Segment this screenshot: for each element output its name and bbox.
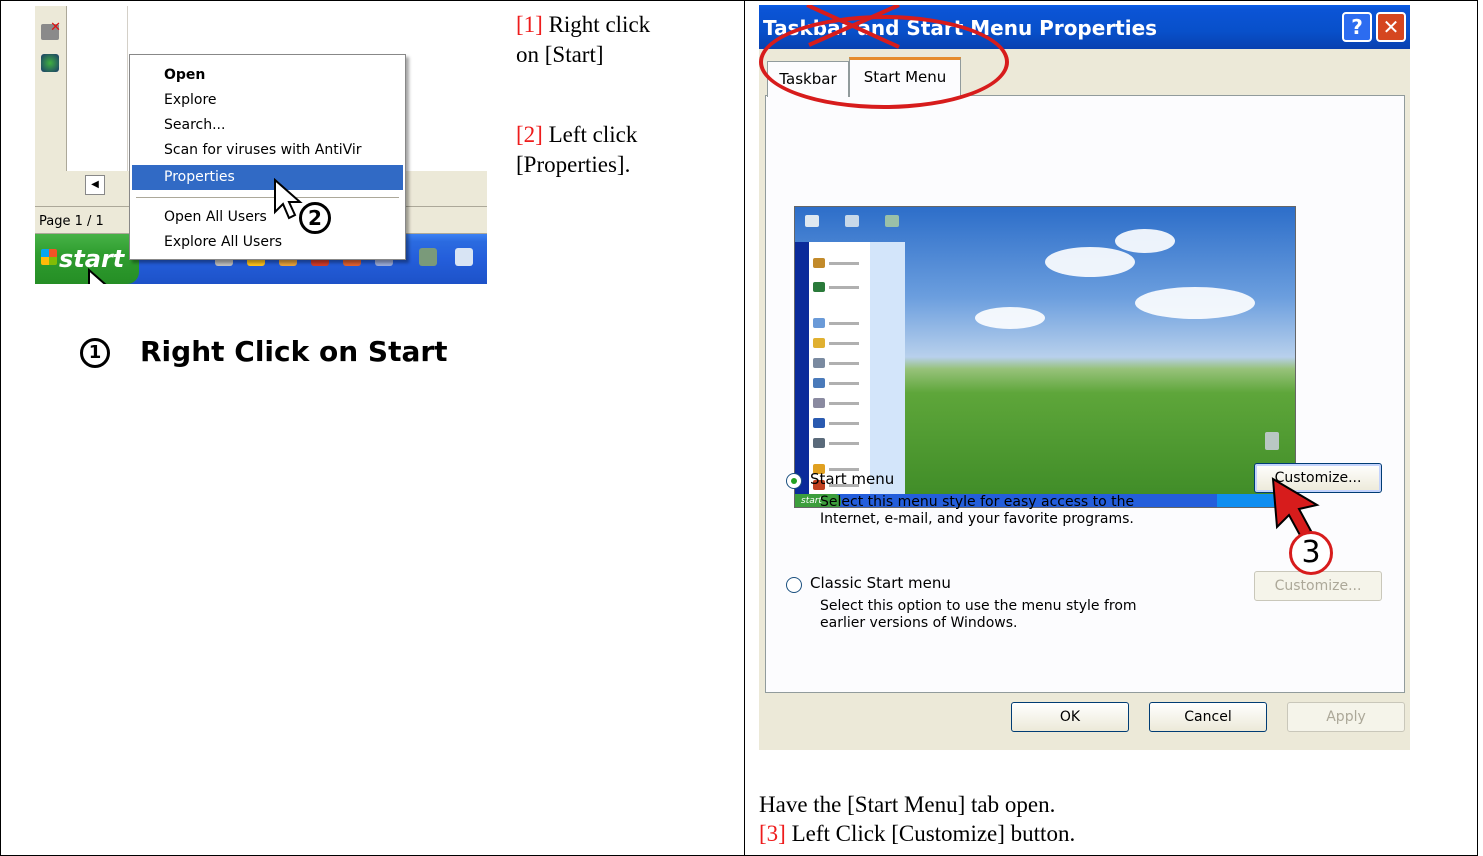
help-button[interactable]: ? <box>1342 12 1372 42</box>
desktop-icon <box>885 215 899 227</box>
cloud <box>975 307 1045 329</box>
classic-start-menu-radio[interactable] <box>786 577 802 593</box>
ok-button[interactable]: OK <box>1011 702 1129 732</box>
preview-start-menu <box>795 242 905 494</box>
classic-desc-1: Select this option to use the menu style… <box>820 598 1137 614</box>
preview-menu-icon <box>813 338 825 348</box>
properties-dialog: Taskbar and Start Menu Properties ? ✕ st… <box>759 5 1410 750</box>
menu-item-open[interactable]: Open <box>132 63 403 88</box>
preview-menu-icon <box>813 378 825 388</box>
left-screenshot: ✕ ◀ Page 1 / 1 start Open Explore Search… <box>35 6 487 284</box>
preview-menu-icon <box>813 318 825 328</box>
menu-separator <box>136 197 399 198</box>
start-menu-preview-image: start <box>794 206 1296 508</box>
left-caption: 1 Right Click on Start <box>80 335 448 368</box>
mouse-cursor-icon <box>88 268 107 284</box>
preview-menu-line <box>829 382 859 385</box>
close-button[interactable]: ✕ <box>1376 12 1406 42</box>
preview-menu-line <box>829 262 859 265</box>
quicklaunch-icon[interactable] <box>455 248 473 266</box>
cloud <box>1045 247 1135 277</box>
preview-menu-line <box>829 362 859 365</box>
preview-menu-icon <box>813 398 825 408</box>
cloud <box>1135 287 1255 319</box>
menu-item-properties[interactable]: Properties <box>132 165 403 190</box>
icon-column: ✕ <box>35 6 67 171</box>
red-cross-mark <box>806 5 900 49</box>
preview-menu-line <box>829 342 859 345</box>
instruction-tab-open: Have the [Start Menu] tab open. <box>759 792 1056 817</box>
step-1-marker: 1 <box>80 338 110 368</box>
step-1-text-2: on [Start] <box>516 42 604 67</box>
preview-menu-line <box>829 286 859 289</box>
antivirus-icon <box>41 54 59 72</box>
menu-item-explore[interactable]: Explore <box>132 88 403 113</box>
cloud <box>1115 229 1175 253</box>
preview-menu-line <box>829 422 859 425</box>
preview-menu-right <box>870 242 905 494</box>
caption-text: Right Click on Start <box>140 335 448 368</box>
menu-item-open-all-users[interactable]: Open All Users <box>132 205 403 230</box>
preview-menu-icon <box>813 358 825 368</box>
start-menu-desc-2: Internet, e-mail, and your favorite prog… <box>820 511 1134 527</box>
step-3-text: Left Click [Customize] button. <box>791 821 1076 846</box>
explorer-panel <box>68 6 128 171</box>
instruction-step-1: [1] Right click on [Start] <box>516 10 650 70</box>
menu-item-search[interactable]: Search... <box>132 113 403 138</box>
network-disconnected-icon: ✕ <box>41 20 61 40</box>
instruction-step-2: [2] Left click [Properties]. <box>516 120 637 180</box>
classic-desc-2: earlier versions of Windows. <box>820 615 1018 631</box>
preview-menu-sidebar <box>795 242 809 494</box>
page-indicator: Page 1 / 1 <box>39 214 104 229</box>
classic-start-menu-label: Classic Start menu <box>810 574 951 592</box>
cancel-button[interactable]: Cancel <box>1149 702 1267 732</box>
preview-menu-line <box>829 442 859 445</box>
windows-flag-icon <box>41 249 57 265</box>
context-menu: Open Explore Search... Scan for viruses … <box>129 54 406 260</box>
step-2-text: Left click <box>548 122 638 147</box>
menu-item-explore-all-users[interactable]: Explore All Users <box>132 230 403 255</box>
start-menu-desc-1: Select this menu style for easy access t… <box>820 494 1135 510</box>
apply-button[interactable]: Apply <box>1287 702 1405 732</box>
step-2-text-2: [Properties]. <box>516 152 631 177</box>
table-divider <box>744 0 745 856</box>
tab-panel: start Start menu Select this menu style … <box>765 95 1405 693</box>
step-1-number: [1] <box>516 12 543 37</box>
preview-menu-line <box>829 322 859 325</box>
desktop-icon <box>805 215 819 227</box>
step-3-marker: 3 <box>1289 531 1333 575</box>
preview-menu-icon <box>813 418 825 428</box>
step-2-number: [2] <box>516 122 543 147</box>
preview-menu-icon <box>813 258 825 268</box>
step-2-marker: 2 <box>299 202 331 234</box>
start-menu-label: Start menu <box>810 470 895 488</box>
step-1-text: Right click <box>548 12 651 37</box>
instruction-step-3: [3] Left Click [Customize] button. <box>759 820 1075 847</box>
desktop-icon <box>845 215 859 227</box>
quicklaunch-icon[interactable] <box>419 248 437 266</box>
preview-menu-icon <box>813 282 825 292</box>
scroll-left-button[interactable]: ◀ <box>85 175 105 195</box>
recycle-bin-icon <box>1265 432 1279 450</box>
classic-customize-button[interactable]: Customize... <box>1254 571 1382 601</box>
menu-item-scan-antivir[interactable]: Scan for viruses with AntiVir <box>132 138 403 163</box>
step-3-number: [3] <box>759 821 786 846</box>
start-menu-radio[interactable] <box>786 473 802 489</box>
preview-menu-icon <box>813 438 825 448</box>
preview-menu-line <box>829 402 859 405</box>
